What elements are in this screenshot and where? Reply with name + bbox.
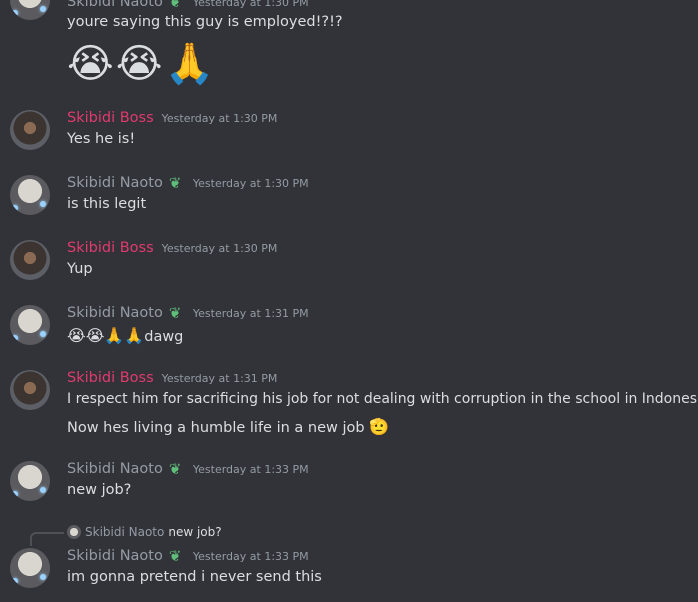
message-text-body: Now hes living a humble life in a new jo… (67, 420, 365, 436)
message-text: Yup (67, 261, 93, 277)
avatar[interactable] (10, 548, 50, 588)
message-text: new job? (67, 482, 132, 498)
avatar[interactable] (10, 0, 50, 20)
timestamp: Yesterday at 1:33 PM (192, 549, 309, 563)
sparkle-decoration (40, 6, 46, 12)
nitro-leaf-badge-icon[interactable]: ❦ (169, 461, 185, 477)
timestamp: Yesterday at 1:30 PM (192, 0, 309, 9)
sparkle-decoration (40, 574, 46, 580)
username[interactable]: Skibidi Naoto (67, 0, 163, 10)
nitro-leaf-badge-icon[interactable]: ❦ (169, 305, 185, 321)
message-header: Skibidi Naoto ❦ Yesterday at 1:33 PM (67, 459, 309, 479)
reply-preview[interactable]: Skibidi Naoto new job? (67, 525, 222, 539)
message-header: Skibidi Boss Yesterday at 1:30 PM (67, 108, 277, 128)
sparkle-decoration (40, 331, 46, 337)
nitro-leaf-badge-icon[interactable]: ❦ (169, 548, 185, 564)
timestamp: Yesterday at 1:31 PM (161, 371, 278, 385)
avatar[interactable] (10, 305, 50, 345)
message-header: Skibidi Naoto ❦ Yesterday at 1:30 PM (67, 0, 309, 12)
message-emoji: 😭😭🙏 (67, 41, 217, 87)
reply-username: Skibidi Naoto (85, 525, 165, 539)
avatar[interactable] (10, 461, 50, 501)
message-header: Skibidi Boss Yesterday at 1:30 PM (67, 238, 277, 258)
message-text: Yes he is! (67, 131, 136, 147)
message-header: Skibidi Naoto ❦ Yesterday at 1:30 PM (67, 173, 309, 193)
timestamp: Yesterday at 1:30 PM (161, 241, 278, 255)
message-text-body: dawg (144, 329, 184, 345)
message-text: youre saying this guy is employed!?!? (67, 14, 343, 30)
reply-avatar (67, 525, 81, 539)
timestamp: Yesterday at 1:30 PM (192, 176, 309, 190)
timestamp: Yesterday at 1:31 PM (192, 306, 309, 320)
avatar[interactable] (10, 240, 50, 280)
message-header: Skibidi Naoto ❦ Yesterday at 1:31 PM (67, 303, 309, 323)
username[interactable]: Skibidi Naoto (67, 548, 163, 564)
username[interactable]: Skibidi Boss (67, 110, 154, 126)
sparkle-decoration (40, 487, 46, 493)
timestamp: Yesterday at 1:30 PM (161, 111, 278, 125)
message-text: I respect him for sacrificing his job fo… (67, 391, 698, 407)
message-header: Skibidi Boss Yesterday at 1:31 PM (67, 368, 277, 388)
sparkle-decoration (40, 201, 46, 207)
sparkle-decoration (12, 578, 18, 584)
sparkle-decoration (12, 205, 18, 211)
username[interactable]: Skibidi Naoto (67, 461, 163, 477)
username[interactable]: Skibidi Naoto (67, 175, 163, 191)
message-text: 😭😭🙏🙏dawg (67, 326, 183, 345)
reply-connector (30, 532, 64, 546)
message-text-line2: Now hes living a humble life in a new jo… (67, 417, 389, 436)
avatar[interactable] (10, 175, 50, 215)
sparkle-decoration (12, 491, 18, 497)
nitro-leaf-badge-icon[interactable]: ❦ (169, 175, 185, 191)
message-header: Skibidi Naoto ❦ Yesterday at 1:33 PM (67, 546, 309, 566)
inline-emoji: 😭😭🙏🙏 (67, 326, 145, 345)
username[interactable]: Skibidi Boss (67, 370, 154, 386)
sparkle-decoration (12, 10, 18, 16)
timestamp: Yesterday at 1:33 PM (192, 462, 309, 476)
avatar[interactable] (10, 110, 50, 150)
sparkle-decoration (12, 335, 18, 341)
saluting-face-emoji: 🫡 (369, 417, 390, 436)
reply-text: new job? (168, 525, 222, 539)
username[interactable]: Skibidi Naoto (67, 305, 163, 321)
message-text: is this legit (67, 196, 147, 212)
message-text: im gonna pretend i never send this (67, 569, 322, 585)
nitro-leaf-badge-icon[interactable]: ❦ (169, 0, 185, 10)
username[interactable]: Skibidi Boss (67, 240, 154, 256)
avatar[interactable] (10, 370, 50, 410)
